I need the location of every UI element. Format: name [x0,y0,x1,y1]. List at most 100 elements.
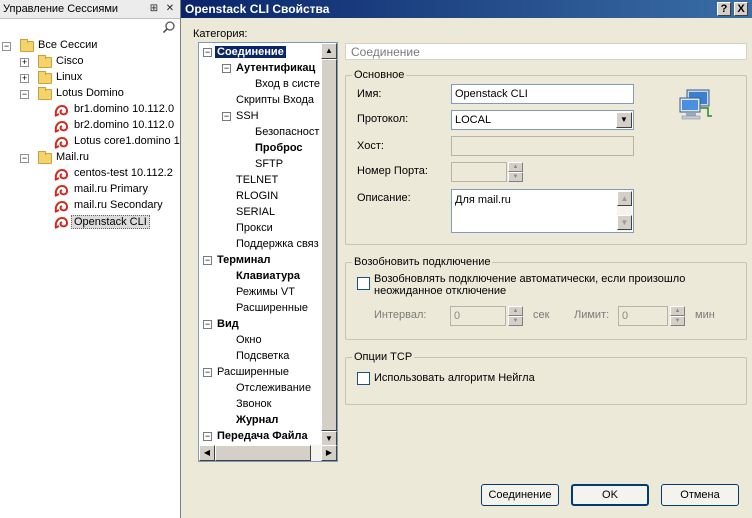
limit-label: Лимит: [574,309,610,321]
nagle-checkbox[interactable] [357,372,370,385]
pin-icon[interactable]: ⊞ [148,2,160,15]
tree-folder[interactable]: + Cisco [0,54,180,70]
category-item[interactable]: − Аутентификац [199,61,321,77]
tree-session[interactable]: centos-test 10.112.2 [0,166,180,182]
collapse-icon[interactable]: − [222,112,231,121]
collapse-icon[interactable]: − [2,42,11,51]
session-shell-icon [54,216,68,229]
category-item[interactable]: Безопасност [199,125,321,141]
category-item[interactable]: RLOGIN [199,189,321,205]
category-item[interactable]: SFTP [199,157,321,173]
auto-reconnect-checkbox[interactable] [357,277,370,290]
tree-session[interactable]: br2.domino 10.112.0 [0,118,180,134]
help-button[interactable]: ? [717,2,731,16]
spin-up-icon[interactable]: ▲ [508,162,523,172]
collapse-icon[interactable]: − [203,368,212,377]
port-field[interactable] [451,162,507,182]
category-item-label: Вид [217,318,239,330]
category-item-label: Поддержка связ [236,238,319,250]
category-item[interactable]: Подсветка [199,349,321,365]
interval-field[interactable]: 0 [450,306,506,326]
hscroll-thumb[interactable] [215,445,311,461]
category-item[interactable]: Клавиатура [199,269,321,285]
category-item[interactable]: − Вид [199,317,321,333]
description-scrollbar[interactable]: ▲ ▼ [617,191,632,231]
category-tree[interactable]: − Соединение − Аутентификац Вход в систе Скри… [198,42,338,462]
collapse-icon[interactable]: − [222,64,231,73]
cancel-button[interactable]: Отмена [661,484,739,506]
spin-down-icon[interactable]: ▼ [670,316,685,326]
spin-down-icon[interactable]: ▼ [508,316,523,326]
network-computer-icon [679,89,712,120]
category-item[interactable]: − Передача Файла [199,429,321,445]
category-item[interactable]: − Расширенные [199,365,321,381]
spin-down-icon[interactable]: ▼ [508,172,523,182]
collapse-icon[interactable]: − [20,90,29,99]
scroll-right-arrow-icon[interactable]: ▶ [321,445,337,461]
scroll-up-arrow-icon[interactable]: ▲ [617,191,632,206]
limit-spinner[interactable]: ▲ ▼ [670,306,685,326]
collapse-icon[interactable]: − [203,48,212,57]
category-item[interactable]: Журнал [199,413,321,429]
category-item[interactable]: − Соединение [199,45,321,61]
tree-folder[interactable]: − Lotus Domino [0,86,180,102]
tree-session[interactable]: mail.ru Secondary [0,198,180,214]
collapse-icon[interactable]: − [203,432,212,441]
expand-icon[interactable]: + [20,58,29,67]
port-spinner[interactable]: ▲ ▼ [508,162,523,182]
category-item[interactable]: Звонок [199,397,321,413]
category-item-label: SSH [236,110,259,122]
spin-up-icon[interactable]: ▲ [670,306,685,316]
category-item[interactable]: TELNET [199,173,321,189]
scroll-thumb[interactable] [321,59,337,431]
category-vscrollbar[interactable]: ▲ ▼ [321,43,337,447]
category-hscrollbar[interactable]: ◀ ▶ [199,445,337,461]
category-item[interactable]: Режимы VT [199,285,321,301]
close-button[interactable]: X [734,2,748,16]
category-item[interactable]: Отслеживание [199,381,321,397]
category-item[interactable]: Окно [199,333,321,349]
tree-folder[interactable]: − Все Сессии [0,38,180,54]
protocol-select[interactable]: LOCAL ▼ [451,110,634,130]
tree-item-label: centos-test 10.112.2 [74,167,173,179]
category-item[interactable]: − SSH [199,109,321,125]
category-item[interactable]: Расширенные [199,301,321,317]
collapse-icon[interactable]: − [203,256,212,265]
session-manager-titlebar: Управление Сессиями ⊞ ✕ [0,0,180,19]
category-item[interactable]: Скрипты Входа [199,93,321,109]
search-icon[interactable] [162,20,176,34]
description-field[interactable]: Для mail.ru ▲ ▼ [451,189,634,233]
tree-session[interactable]: br1.domino 10.112.0 [0,102,180,118]
session-shell-icon [54,136,68,149]
category-item[interactable]: Поддержка связ [199,237,321,253]
ok-button[interactable]: OK [571,484,649,506]
interval-spinner[interactable]: ▲ ▼ [508,306,523,326]
connect-button[interactable]: Соединение [481,484,559,506]
tree-session[interactable]: Lotus core1.domino 1 [0,134,180,150]
category-item-label: Окно [236,334,262,346]
tree-folder[interactable]: − Mail.ru [0,150,180,166]
category-item[interactable]: Вход в систе [199,77,321,93]
category-item[interactable]: SERIAL [199,205,321,221]
collapse-icon[interactable]: − [20,154,29,163]
category-item-label: Клавиатура [236,270,300,282]
session-manager-title: Управление Сессиями [3,3,119,15]
collapse-icon[interactable]: − [203,320,212,329]
category-item[interactable]: − Терминал [199,253,321,269]
name-field[interactable]: Openstack CLI [451,84,634,104]
spin-up-icon[interactable]: ▲ [508,306,523,316]
tree-session[interactable]: mail.ru Primary [0,182,180,198]
session-search-bar[interactable] [0,19,180,37]
limit-field[interactable]: 0 [618,306,668,326]
scroll-left-arrow-icon[interactable]: ◀ [199,445,215,461]
chevron-down-icon[interactable]: ▼ [616,112,632,128]
expand-icon[interactable]: + [20,74,29,83]
scroll-down-arrow-icon[interactable]: ▼ [617,215,632,230]
tree-folder[interactable]: + Linux [0,70,180,86]
close-icon[interactable]: ✕ [164,2,176,15]
category-item[interactable]: Прокси [199,221,321,237]
host-field[interactable] [451,136,634,156]
tree-session[interactable]: Openstack CLI [0,214,180,230]
category-item[interactable]: Проброс [199,141,321,157]
scroll-up-arrow-icon[interactable]: ▲ [321,43,337,59]
